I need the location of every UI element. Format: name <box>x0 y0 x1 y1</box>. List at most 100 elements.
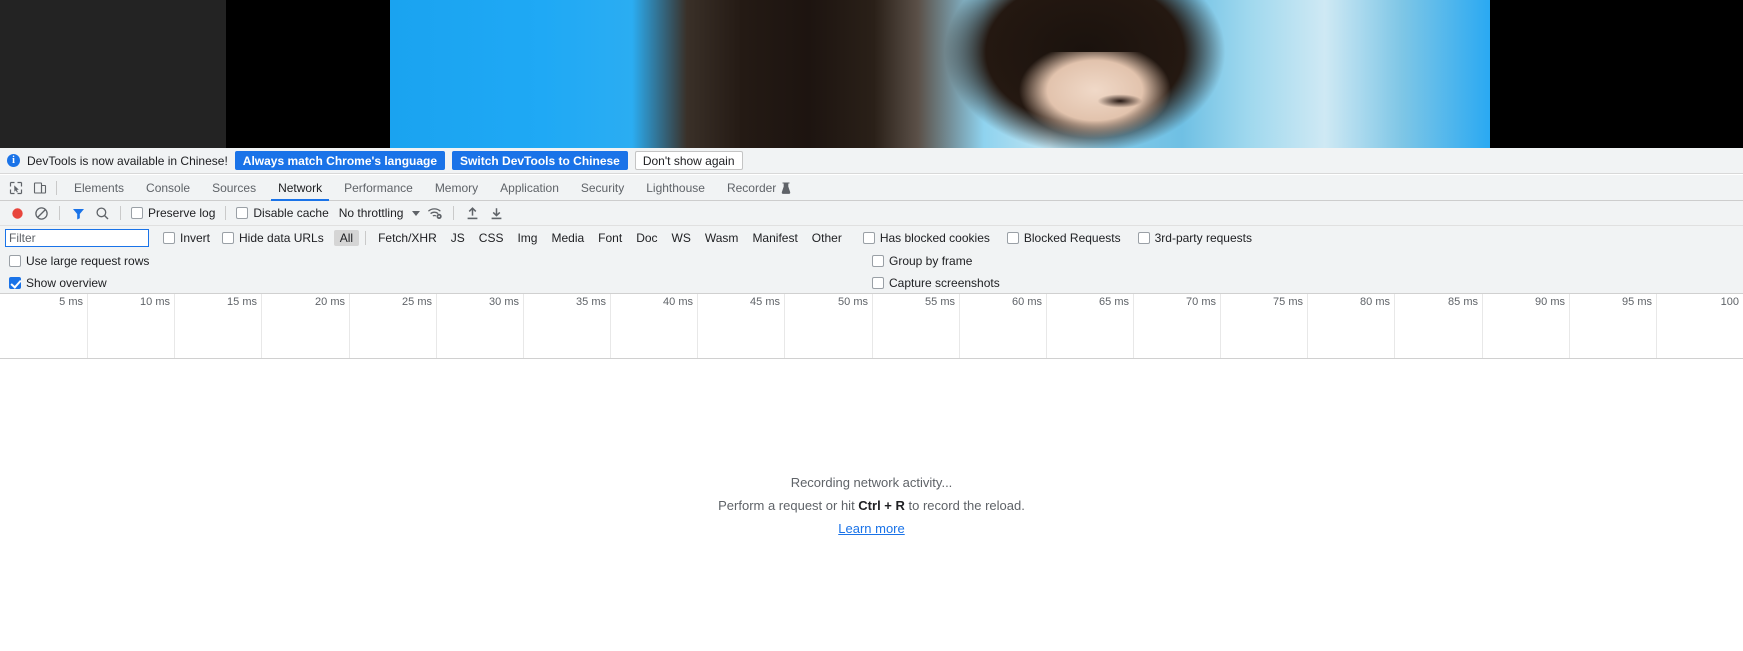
timeline-tick-label: 5 ms <box>59 296 83 308</box>
filter-funnel-icon[interactable] <box>66 202 90 224</box>
search-icon[interactable] <box>90 202 114 224</box>
checkbox-box <box>872 255 884 267</box>
tab-label: Lighthouse <box>646 180 705 195</box>
learn-more-link[interactable]: Learn more <box>838 521 904 536</box>
settings-row: Show overview <box>5 272 153 294</box>
group-by-frame-checkbox[interactable]: Group by frame <box>872 254 972 268</box>
hide-data-urls-checkbox[interactable]: Hide data URLs <box>222 231 324 245</box>
third-party-requests-checkbox[interactable]: 3rd-party requests <box>1137 231 1252 245</box>
record-button-icon[interactable] <box>5 202 29 224</box>
use-large-request-rows-checkbox[interactable]: Use large request rows <box>9 254 149 268</box>
timeline-tick-label: 20 ms <box>315 296 345 308</box>
keyboard-shortcut: Ctrl + R <box>858 497 905 513</box>
timeline-tick <box>174 294 175 358</box>
tab-label: Console <box>146 180 191 195</box>
preserve-log-label: Preserve log <box>148 206 216 220</box>
filter-type-other[interactable]: Other <box>806 230 848 246</box>
timeline-tick-label: 85 ms <box>1448 296 1478 308</box>
tab-label: Memory <box>434 180 479 195</box>
timeline-tick <box>610 294 611 358</box>
filter-type-doc[interactable]: Doc <box>630 230 663 246</box>
disable-cache-checkbox[interactable]: Disable cache <box>236 206 329 220</box>
tab-application[interactable]: Application <box>489 175 570 201</box>
throttling-selector[interactable]: No throttling <box>339 206 404 220</box>
timeline-tick <box>87 294 88 358</box>
timeline-tick-label: 15 ms <box>227 296 257 308</box>
timeline-tick-label: 35 ms <box>576 296 606 308</box>
timeline-tick <box>349 294 350 358</box>
toolbar-divider-3 <box>225 206 227 220</box>
show-overview-label: Show overview <box>26 276 107 290</box>
timeline-tick <box>1656 294 1657 358</box>
tab-performance[interactable]: Performance <box>333 175 424 201</box>
device-toolbar-icon[interactable] <box>28 177 52 199</box>
timeline-tick <box>1394 294 1395 358</box>
recording-status-text: Recording network activity... <box>790 474 953 490</box>
notice-message: DevTools is now available in Chinese! <box>27 153 228 168</box>
blocked-requests-checkbox[interactable]: Blocked Requests <box>1006 231 1121 245</box>
chevron-down-icon[interactable] <box>412 210 421 216</box>
network-controls-toolbar: Preserve log Disable cache No throttling <box>0 201 1743 226</box>
filter-type-js[interactable]: JS <box>445 230 471 246</box>
timeline-tick-label: 45 ms <box>750 296 780 308</box>
timeline-tick-label: 90 ms <box>1535 296 1565 308</box>
group-by-frame-label: Group by frame <box>889 254 973 268</box>
page-viewport <box>0 0 1743 148</box>
checkbox-box <box>872 277 884 289</box>
filter-type-font[interactable]: Font <box>592 230 628 246</box>
network-settings-pane: Use large request rows Show overview Gro… <box>0 250 1743 294</box>
filter-type-media[interactable]: Media <box>545 230 590 246</box>
filter-type-css[interactable]: CSS <box>473 230 510 246</box>
has-blocked-cookies-checkbox[interactable]: Has blocked cookies <box>862 231 990 245</box>
tab-console[interactable]: Console <box>135 175 201 201</box>
filter-type-all[interactable]: All <box>333 230 360 246</box>
wifi-settings-icon[interactable] <box>423 202 447 224</box>
tab-memory[interactable]: Memory <box>424 175 489 201</box>
tab-elements[interactable]: Elements <box>63 175 135 201</box>
timeline-tick <box>1220 294 1221 358</box>
timeline-tick-label: 95 ms <box>1622 296 1652 308</box>
timeline-tick <box>872 294 873 358</box>
tab-sources[interactable]: Sources <box>201 175 267 201</box>
viewport-letterbox-right <box>1490 0 1743 148</box>
network-filter-row: Invert Hide data URLs All Fetch/XHR JS C… <box>0 226 1743 250</box>
info-icon: i <box>7 154 20 167</box>
recorder-flask-icon <box>781 182 791 194</box>
clear-network-log-icon[interactable] <box>29 202 53 224</box>
checkbox-box <box>1137 232 1150 244</box>
search-input[interactable] <box>5 229 149 247</box>
tab-lighthouse[interactable]: Lighthouse <box>635 175 716 201</box>
tab-security[interactable]: Security <box>570 175 635 201</box>
export-har-icon[interactable] <box>484 202 508 224</box>
invert-checkbox[interactable]: Invert <box>163 231 210 245</box>
timeline-tick-label: 25 ms <box>402 296 432 308</box>
capture-screenshots-label: Capture screenshots <box>889 276 1000 290</box>
tab-network[interactable]: Network <box>267 175 333 201</box>
filter-type-img[interactable]: Img <box>511 230 543 246</box>
timeline-tick <box>1482 294 1483 358</box>
instruction-suffix: to record the reload. <box>904 497 1025 513</box>
import-har-icon[interactable] <box>460 202 484 224</box>
always-match-language-button[interactable]: Always match Chrome's language <box>234 151 446 170</box>
tab-label: Sources <box>212 180 257 195</box>
timeline-tick-label: 80 ms <box>1360 296 1390 308</box>
filter-type-manifest[interactable]: Manifest <box>746 230 803 246</box>
settings-row: Group by frame <box>868 250 1004 272</box>
show-overview-checkbox[interactable]: Show overview <box>9 276 107 290</box>
filter-type-ws[interactable]: WS <box>666 230 697 246</box>
tab-label: Security <box>580 180 625 195</box>
switch-to-chinese-button[interactable]: Switch DevTools to Chinese <box>452 151 628 170</box>
timeline-ruler: 5 ms 10 ms 15 ms 20 ms 25 ms 30 ms 35 ms 40 ms 4… <box>0 294 1743 358</box>
filter-type-wasm[interactable]: Wasm <box>699 230 745 246</box>
capture-screenshots-checkbox[interactable]: Capture screenshots <box>872 276 1000 290</box>
timeline-tick <box>436 294 437 358</box>
timeline-tick <box>523 294 524 358</box>
settings-row: Capture screenshots <box>868 272 1004 294</box>
inspect-cursor-icon[interactable] <box>4 177 28 199</box>
network-overview-timeline[interactable]: 5 ms 10 ms 15 ms 20 ms 25 ms 30 ms 35 ms 40 ms 4… <box>0 294 1743 359</box>
dont-show-again-button[interactable]: Don't show again <box>634 151 743 170</box>
instruction-prefix: Perform a request or hit <box>718 497 859 513</box>
tab-recorder[interactable]: Recorder <box>716 175 802 201</box>
preserve-log-checkbox[interactable]: Preserve log <box>131 206 215 220</box>
filter-type-fetch-xhr[interactable]: Fetch/XHR <box>372 230 443 246</box>
